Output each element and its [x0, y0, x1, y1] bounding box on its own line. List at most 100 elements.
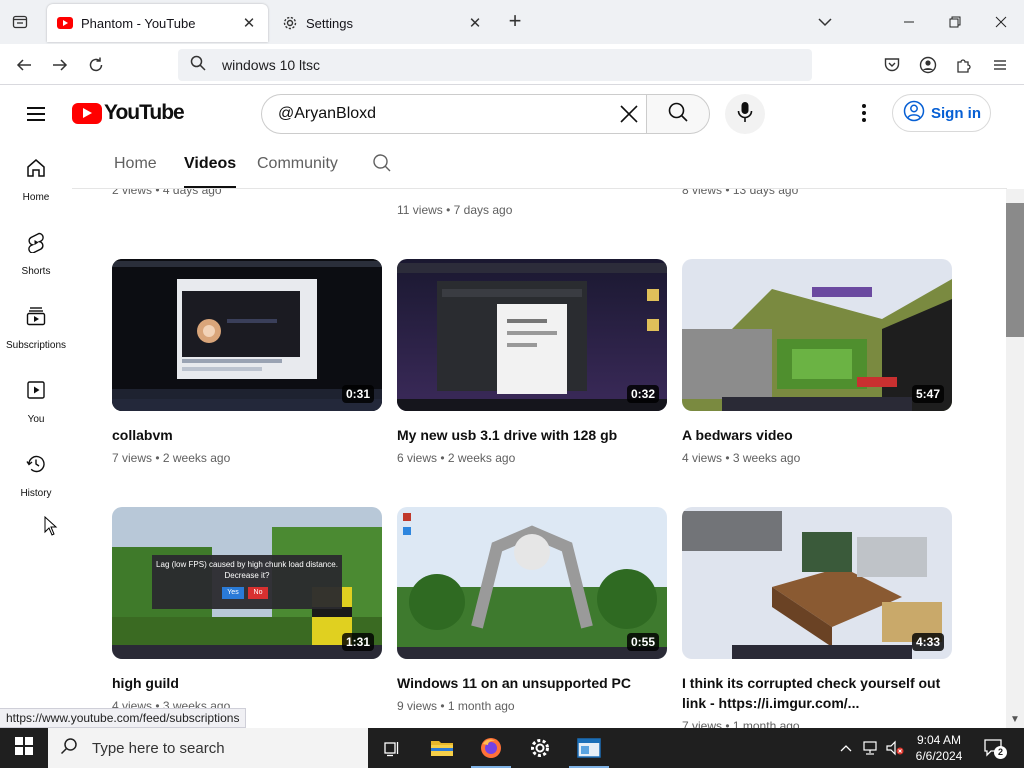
clear-search-icon[interactable] [614, 99, 644, 129]
settings-gear-icon[interactable] [516, 728, 564, 768]
link-status-bar: https://www.youtube.com/feed/subscriptio… [0, 708, 247, 728]
tab-home[interactable]: Home [114, 155, 157, 173]
network-icon[interactable] [860, 728, 882, 768]
video-meta: 7 views • 1 month ago [682, 719, 800, 728]
video-thumbnail[interactable]: 4:33 [682, 507, 952, 659]
guide-sidebar: Home Shorts Subscriptions You History [0, 141, 72, 728]
channel-search-icon[interactable] [372, 153, 394, 175]
voice-search-button[interactable] [725, 94, 765, 134]
youtube-logo[interactable]: YouTube [72, 101, 185, 125]
guide-item-you[interactable]: You [0, 363, 72, 437]
you-icon [25, 379, 47, 406]
scroll-down-arrow-icon[interactable]: ▼ [1006, 710, 1024, 728]
account-icon[interactable] [915, 52, 941, 78]
tab-underline [184, 186, 237, 188]
scrollbar-thumb[interactable] [1006, 203, 1024, 337]
video-duration: 0:55 [626, 633, 659, 651]
restore-button[interactable] [932, 0, 978, 44]
video-title[interactable]: A bedwars video [682, 425, 952, 445]
video-duration: 4:33 [911, 633, 944, 651]
sign-in-label: Sign in [931, 104, 981, 122]
tab-phantom-youtube[interactable]: Phantom - YouTube ✕ [47, 4, 268, 42]
extensions-icon[interactable] [951, 52, 977, 78]
video-title[interactable]: high guild [112, 673, 382, 693]
tab-overview-icon[interactable] [8, 10, 32, 34]
tab-settings[interactable]: Settings ✕ [272, 4, 494, 42]
video-thumbnail[interactable]: 0:55 [397, 507, 667, 659]
back-arrow-icon[interactable] [11, 52, 37, 78]
close-tab-icon[interactable]: ✕ [240, 14, 258, 32]
clock-time: 9:04 AM [916, 733, 962, 747]
close-window-button[interactable] [978, 0, 1024, 44]
url-bar[interactable]: windows 10 ltsc [178, 49, 812, 81]
search-input[interactable]: @AryanBloxd [261, 94, 647, 134]
guide-item-home[interactable]: Home [0, 141, 72, 215]
video-thumbnail[interactable]: 5:47 [682, 259, 952, 411]
browser-tab-bar: Phantom - YouTube ✕ Settings ✕ + [0, 0, 1024, 44]
dialog-yes-button: Yes [222, 587, 244, 599]
youtube-wordmark: YouTube [104, 101, 185, 124]
video-title[interactable]: Windows 11 on an unsupported PC [397, 673, 667, 693]
show-hidden-icons-chevron-up-icon[interactable] [836, 728, 856, 768]
notification-count-badge: 2 [994, 746, 1007, 759]
user-circle-icon [903, 100, 925, 126]
tab-videos[interactable]: Videos [184, 155, 237, 188]
taskbar-clock[interactable]: 9:04 AM 6/6/2024 [906, 732, 972, 764]
guide-item-shorts[interactable]: Shorts [0, 215, 72, 289]
video-title[interactable]: collabvm [112, 425, 382, 445]
more-options-icon[interactable] [852, 101, 876, 125]
video-thumbnail[interactable]: 0:32 [397, 259, 667, 411]
video-card[interactable]: Lag (low FPS) caused by high chunk load … [112, 507, 382, 713]
browser-nav-bar: windows 10 ltsc [0, 44, 1024, 85]
video-card[interactable]: 0:32 My new usb 3.1 drive with 128 gb 6 … [397, 259, 667, 465]
gear-icon [282, 15, 298, 31]
video-card[interactable]: 5:47 A bedwars video 4 views • 3 weeks a… [682, 259, 952, 465]
minimize-button[interactable] [886, 0, 932, 44]
video-card[interactable]: 4:33 I think its corrupted check yoursel… [682, 507, 952, 728]
youtube-page: YouTube @AryanBloxd Sign in Home Shorts … [0, 85, 1024, 728]
close-tab-icon[interactable]: ✕ [466, 14, 484, 32]
dialog-text: Lag (low FPS) caused by high chunk load … [156, 560, 338, 580]
channel-tabs: Home Videos Community [72, 141, 1007, 189]
search-icon [60, 737, 78, 759]
start-button[interactable] [0, 728, 48, 768]
dialog-no-button: No [248, 587, 268, 599]
menu-icon[interactable] [987, 52, 1013, 78]
microphone-icon [736, 101, 754, 128]
app-window-icon[interactable] [565, 728, 613, 768]
youtube-favicon-icon [57, 15, 73, 31]
video-title[interactable]: I think its corrupted check yourself out… [682, 673, 952, 713]
search-button[interactable] [646, 94, 710, 134]
firefox-icon[interactable] [467, 728, 515, 768]
task-view-icon[interactable] [368, 728, 416, 768]
history-icon [25, 453, 47, 480]
video-card[interactable]: 0:55 Windows 11 on an unsupported PC 9 v… [397, 507, 667, 713]
pocket-icon[interactable] [879, 52, 905, 78]
guide-label: History [20, 488, 52, 499]
video-thumbnail[interactable]: Lag (low FPS) caused by high chunk load … [112, 507, 382, 659]
video-card[interactable]: 0:31 collabvm 7 views • 2 weeks ago [112, 259, 382, 465]
video-meta: 7 views • 2 weeks ago [112, 451, 231, 465]
video-thumbnail[interactable]: 0:31 [112, 259, 382, 411]
hamburger-menu-icon[interactable] [24, 102, 48, 126]
file-explorer-icon[interactable] [418, 728, 466, 768]
guide-item-subscriptions[interactable]: Subscriptions [0, 289, 72, 363]
new-tab-button[interactable]: + [503, 10, 527, 34]
guide-label: Subscriptions [5, 340, 67, 351]
tab-label: Phantom - YouTube [81, 15, 196, 31]
tab-community[interactable]: Community [257, 155, 338, 173]
sign-in-button[interactable]: Sign in [892, 94, 991, 132]
reload-icon[interactable] [83, 52, 109, 78]
volume-muted-icon[interactable] [884, 728, 906, 768]
video-meta: 6 views • 2 weeks ago [397, 451, 516, 465]
notification-center-icon[interactable]: 2 [982, 736, 1007, 760]
search-icon [667, 101, 689, 128]
taskbar-search-box[interactable]: Type here to search [48, 728, 368, 768]
guide-item-history[interactable]: History [0, 437, 72, 511]
windows-taskbar: Type here to search 9:04 AM 6/6/2024 2 [0, 728, 1024, 768]
forward-arrow-icon[interactable] [47, 52, 73, 78]
video-meta: 4 views • 3 weeks ago [682, 451, 801, 465]
list-tabs-chevron-down-icon[interactable] [815, 12, 835, 32]
video-duration: 1:31 [341, 633, 374, 651]
video-title[interactable]: My new usb 3.1 drive with 128 gb [397, 425, 667, 445]
